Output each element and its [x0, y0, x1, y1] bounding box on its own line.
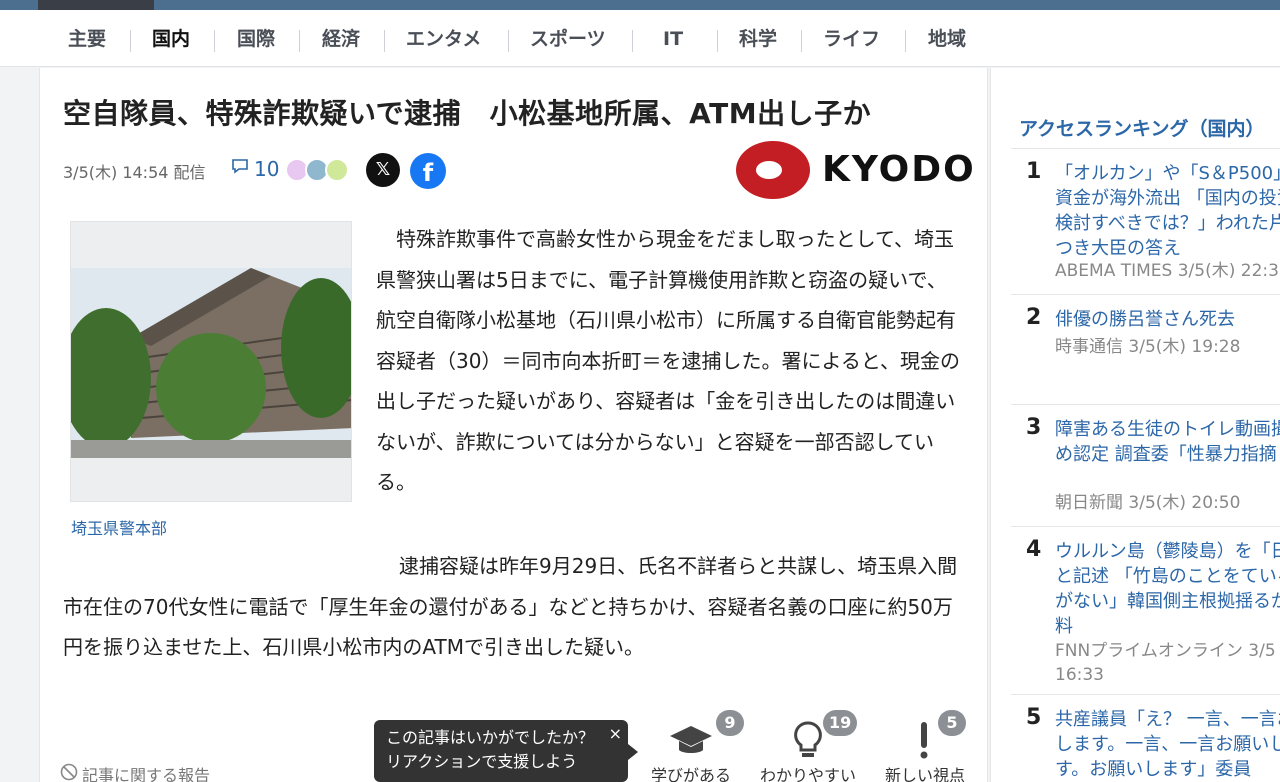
nav-tab-main[interactable]: 主要: [68, 24, 106, 54]
nav-tab-science[interactable]: 科学: [739, 24, 777, 54]
rank-number: 3: [1026, 415, 1042, 440]
comment-link[interactable]: 10: [230, 156, 279, 181]
reaction-label: 新しい視点: [884, 766, 965, 782]
reaction-tooltip: この記事はいかがでしたか？ リアクションで支援しよう ×: [374, 720, 638, 782]
ranking-source: 朝日新聞 3/5(木) 20:50: [1055, 493, 1241, 513]
ranking-headline[interactable]: 障害ある生徒のトイレ動画撮いじめ認定 調査委「性暴力指摘: [1055, 417, 1280, 467]
article-headline: 空自隊員、特殊詐欺疑いで逮捕 小松基地所属、ATM出し子か: [63, 97, 872, 130]
rank-number: 5: [1026, 705, 1042, 730]
tooltip-line-1: この記事はいかがでしたか？: [386, 728, 595, 747]
ranking-item[interactable]: 1 「オルカン」や「S＆P500」NISA資金が海外流出 「国内の投資枠を検討す…: [1011, 148, 1280, 294]
reaction-clear-button[interactable]: 19 わかりやすい: [753, 710, 863, 782]
nav-tab-it[interactable]: IT: [663, 24, 683, 54]
ranking-headline[interactable]: 共産議員「え？ 一言、一言お願いします。一言、一言お願いします。お願いします」委…: [1055, 707, 1280, 782]
nav-separator: [508, 30, 509, 52]
report-label: 記事に関する報告: [82, 766, 211, 782]
nav-separator: [801, 30, 802, 52]
ranking-item[interactable]: 3 障害ある生徒のトイレ動画撮いじめ認定 調査委「性暴力指摘 朝日新聞 3/5(…: [1011, 404, 1280, 526]
rank-number: 4: [1026, 537, 1042, 562]
nav-tab-region[interactable]: 地域: [928, 24, 966, 54]
ranking-source: FNNプライムオンライン 3/5 16:33: [1055, 641, 1276, 685]
ranking-item[interactable]: 5 共産議員「え？ 一言、一言お願いします。一言、一言お願いします。お願いします…: [1011, 694, 1280, 782]
reaction-label: 学びがある: [650, 766, 731, 782]
kyodo-logo-mark: [736, 141, 810, 199]
nav-tab-entertainment[interactable]: エンタメ: [406, 24, 481, 54]
nav-tab-sports[interactable]: スポーツ: [530, 24, 606, 54]
prohibited-icon: [60, 763, 78, 782]
nav-tab-domestic[interactable]: 国内: [152, 24, 190, 54]
lightbulb-icon: [791, 720, 825, 764]
nav-separator: [384, 30, 385, 52]
avatar: [325, 158, 349, 182]
article-datetime: 3/5(木) 14:54 配信: [63, 163, 206, 182]
top-color-bar: [0, 0, 1280, 10]
ranking-title: アクセスランキング（国内）: [1019, 118, 1265, 140]
nav-separator: [130, 30, 131, 52]
comment-count: 10: [254, 156, 280, 181]
nav-separator: [214, 30, 215, 52]
tooltip-line-2: リアクションで支援しよう: [386, 752, 578, 771]
article-photo[interactable]: [70, 221, 352, 502]
article-paragraph-1: 特殊詐欺事件で高齢女性から現金をだまし取ったとして、埼玉県警狭山署は5日までに、…: [376, 227, 961, 494]
reaction-count: 9: [716, 710, 744, 736]
reaction-count: 5: [938, 710, 966, 736]
reaction-new-perspective-button[interactable]: 5 新しい視点: [870, 710, 980, 782]
graduation-cap-icon: [668, 722, 714, 762]
nav-separator: [632, 30, 633, 52]
ranking-source: ABEMA TIMES 3/5(木) 22:3: [1055, 261, 1279, 281]
access-ranking-sidebar: アクセスランキング（国内） 1 「オルカン」や「S＆P500」NISA資金が海外…: [990, 68, 1280, 782]
ranking-source: 時事通信 3/5(木) 19:28: [1055, 337, 1241, 357]
kyodo-logo: KYODO: [736, 141, 974, 199]
nav-tab-life[interactable]: ライフ: [823, 24, 880, 54]
nav-separator: [905, 30, 906, 52]
comment-icon: [230, 156, 250, 181]
article-panel: 空自隊員、特殊詐欺疑いで逮捕 小松基地所属、ATM出し子か 3/5(木) 14:…: [39, 68, 988, 782]
ranking-item[interactable]: 4 ウルルン島（鬱陵島）を「日島」と記述 「竹島のことをているわけがない」韓国側…: [1011, 526, 1280, 694]
ranking-headline[interactable]: ウルルン島（鬱陵島）を「日島」と記述 「竹島のことをているわけがない」韓国側主根…: [1055, 539, 1280, 639]
rank-number: 2: [1026, 305, 1042, 330]
nav-tab-international[interactable]: 国際: [237, 24, 275, 54]
report-link[interactable]: 記事に関する報告: [60, 762, 210, 782]
ranking-headline[interactable]: 「オルカン」や「S＆P500」NISA資金が海外流出 「国内の投資枠を検討すべき…: [1055, 161, 1280, 261]
reaction-count: 19: [823, 710, 858, 736]
building-photo: [71, 268, 351, 458]
nav-separator: [299, 30, 300, 52]
reaction-learning-button[interactable]: 9 学びがある: [636, 710, 746, 782]
ranking-headline[interactable]: 俳優の勝呂誉さん死去: [1055, 307, 1280, 332]
article-paragraph-2: 逮捕容疑は昨年9月29日、氏名不詳者らと共謀し、埼玉県入間市在住の70代女性に電…: [63, 546, 966, 668]
top-bar-active-segment: [38, 0, 154, 10]
exclamation-icon: [916, 720, 932, 764]
nav-tab-economy[interactable]: 経済: [322, 24, 360, 54]
share-facebook-button[interactable]: f: [410, 153, 446, 189]
photo-caption: 埼玉県警本部: [71, 519, 168, 538]
category-nav: 主要 国内 国際 経済 エンタメ スポーツ IT 科学 ライフ 地域: [0, 10, 1280, 74]
kyodo-logo-text: KYODO: [822, 149, 976, 190]
reaction-bar: 記事に関する報告 この記事はいかがでしたか？ リアクションで支援しよう × 9 …: [40, 708, 989, 782]
share-x-button[interactable]: 𝕏: [366, 153, 400, 187]
nav-separator: [717, 30, 718, 52]
ranking-item[interactable]: 2 俳優の勝呂誉さん死去 時事通信 3/5(木) 19:28: [1011, 294, 1280, 404]
commenter-avatars: [285, 158, 351, 182]
reaction-label: わかりやすい: [759, 766, 856, 782]
paragraph-indent: [63, 546, 399, 587]
rank-number: 1: [1026, 159, 1042, 184]
close-icon[interactable]: ×: [609, 722, 622, 746]
